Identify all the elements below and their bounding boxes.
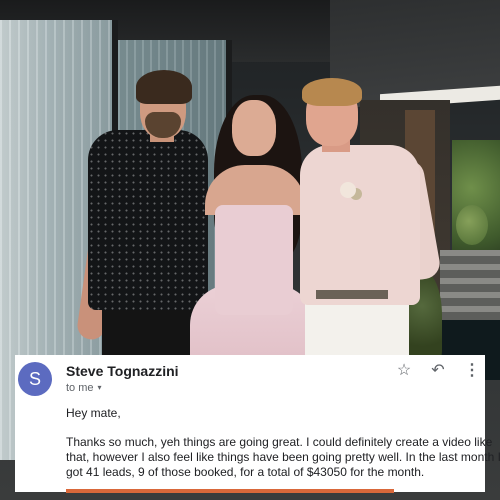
boutonniere [340,182,356,198]
recipient-details-toggle[interactable]: to me ▾ [66,382,102,394]
recipient-label: to me [66,382,94,394]
person-right-hair [302,78,362,106]
more-options-icon[interactable]: ⋮ [463,362,481,380]
person-left-shirt [88,130,208,310]
email-body: Thanks so much, yeh things are going gre… [66,435,500,480]
email-body-line: that, however I also feel like things ha… [66,450,500,464]
highlight-underline [66,489,394,493]
email-body-line: got 41 leads, 9 of those booked, for a t… [66,465,425,479]
person-right-shirt [300,145,420,305]
person-left-hair [136,70,192,104]
sender-name[interactable]: Steve Tognazzini [66,363,179,379]
email-body-line: Thanks so much, yeh things are going gre… [66,435,493,449]
email-message: S Steve Tognazzini to me ▾ ☆ ↶ ⋮ Hey mate… [15,355,500,492]
email-greeting: Hey mate, [66,406,121,420]
chevron-down-icon: ▾ [97,383,102,392]
reply-icon[interactable]: ↶ [429,362,447,380]
person-middle-dress [215,205,293,315]
star-icon[interactable]: ☆ [395,362,413,380]
person-middle-head [232,100,276,156]
person-right-belt [316,290,388,299]
garden-shrub [456,205,488,245]
sender-avatar[interactable]: S [18,362,52,396]
